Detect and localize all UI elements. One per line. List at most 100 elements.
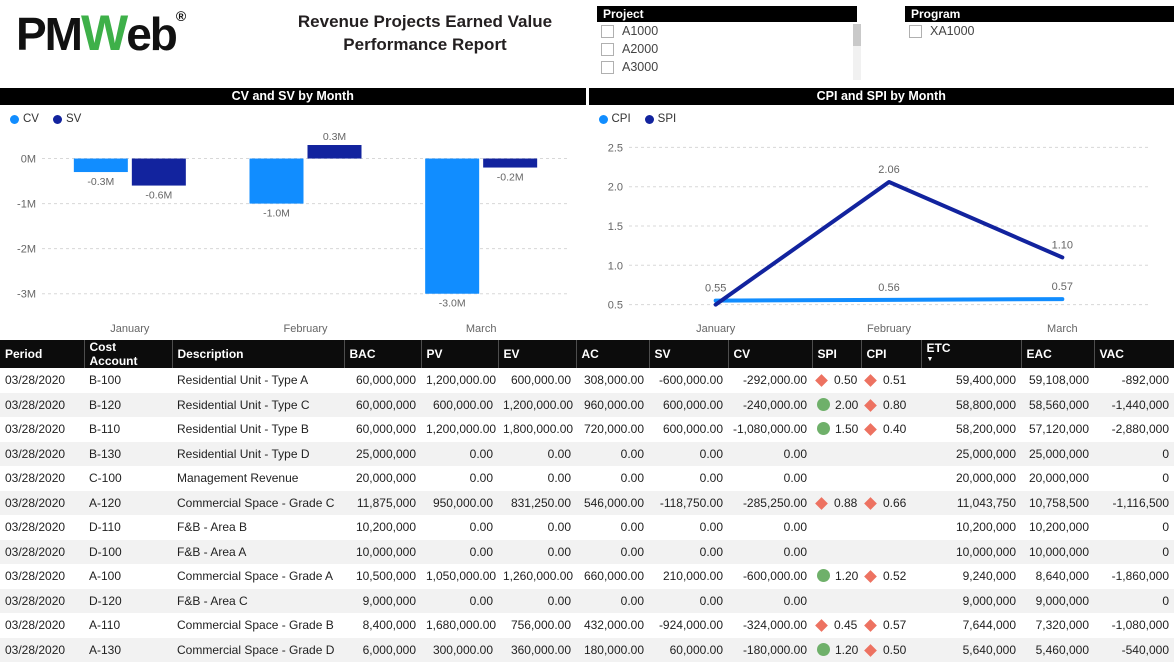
sv-cell: 600,000.00 <box>649 393 728 418</box>
column-header-period[interactable]: Period <box>0 340 84 368</box>
legend-dot-icon <box>599 115 608 124</box>
sort-descending-icon: ▼ <box>927 354 1016 365</box>
column-header-sv[interactable]: SV <box>649 340 728 368</box>
table-row[interactable]: 03/28/2020A-100Commercial Space - Grade … <box>0 564 1174 589</box>
line-cpi[interactable] <box>715 299 1062 301</box>
project-filter-option[interactable]: A2000 <box>597 40 857 58</box>
table-row[interactable]: 03/28/2020D-100F&B - Area A10,000,0000.0… <box>0 540 1174 565</box>
cpi-kpi-cell <box>861 442 921 467</box>
bar-sv-january[interactable] <box>132 159 186 186</box>
y-tick-label: 0.5 <box>607 300 622 312</box>
spi-kpi-cell <box>812 442 861 467</box>
description-cell: F&B - Area C <box>172 589 344 614</box>
page-title-line2: Performance Report <box>250 33 600 56</box>
cv-cell: -600,000.00 <box>728 564 812 589</box>
bar-value-label: -0.2M <box>497 172 524 184</box>
bar-sv-march[interactable] <box>483 159 537 168</box>
cost_account-cell: B-130 <box>84 442 172 467</box>
sv-cell: 60,000.00 <box>649 638 728 662</box>
table-row[interactable]: 03/28/2020B-120Residential Unit - Type C… <box>0 393 1174 418</box>
column-header-vac[interactable]: VAC <box>1094 340 1174 368</box>
y-tick-label: 1.0 <box>607 260 622 272</box>
description-cell: Residential Unit - Type A <box>172 368 344 393</box>
column-header-etc[interactable]: ETC▼ <box>921 340 1021 368</box>
description-cell: Commercial Space - Grade A <box>172 564 344 589</box>
project-list-scrollbar[interactable] <box>853 24 861 80</box>
sv-cell: 0.00 <box>649 515 728 540</box>
spi-kpi-cell <box>812 589 861 614</box>
table-row[interactable]: 03/28/2020D-120F&B - Area C9,000,0000.00… <box>0 589 1174 614</box>
table-row[interactable]: 03/28/2020B-130Residential Unit - Type D… <box>0 442 1174 467</box>
column-header-bac[interactable]: BAC <box>344 340 421 368</box>
etc-cell: 9,000,000 <box>921 589 1021 614</box>
checkbox-icon[interactable] <box>601 43 614 56</box>
cv-cell: 0.00 <box>728 589 812 614</box>
table-row[interactable]: 03/28/2020B-110Residential Unit - Type B… <box>0 417 1174 442</box>
spi-value: 1.50 <box>835 422 858 436</box>
sv-cell: -600,000.00 <box>649 368 728 393</box>
program-filter-header[interactable]: Program <box>905 6 1174 22</box>
ev-cell: 0.00 <box>498 540 576 565</box>
column-header-cost_account[interactable]: Cost Account <box>84 340 172 368</box>
eac-cell: 25,000,000 <box>1021 442 1094 467</box>
cpi-spi-chart-panel: CPI and SPI by Month CPISPI 0.51.01.52.0… <box>589 88 1174 340</box>
vac-cell: -2,880,000 <box>1094 417 1174 442</box>
vac-cell: -1,080,000 <box>1094 613 1174 638</box>
checkbox-icon[interactable] <box>601 61 614 74</box>
cv-cell: 0.00 <box>728 442 812 467</box>
column-header-eac[interactable]: EAC <box>1021 340 1094 368</box>
cpi-kpi-cell: 0.51 <box>861 368 921 393</box>
bac-cell: 9,000,000 <box>344 589 421 614</box>
legend-item-cv[interactable]: CV <box>10 113 39 125</box>
checkbox-icon[interactable] <box>601 25 614 38</box>
table-row[interactable]: 03/28/2020C-100Management Revenue20,000,… <box>0 466 1174 491</box>
pv-cell: 600,000.00 <box>421 393 498 418</box>
bar-cv-march[interactable] <box>425 159 479 294</box>
cv-sv-chart-panel: CV and SV by Month CVSV 0M-1M-2M-3M-0.3M… <box>0 88 586 340</box>
cost_account-cell: A-100 <box>84 564 172 589</box>
spi-value: 0.45 <box>834 618 857 632</box>
project-filter-option[interactable]: A3000 <box>597 58 857 76</box>
table-row[interactable]: 03/28/2020A-130Commercial Space - Grade … <box>0 638 1174 662</box>
x-category-label: February <box>866 323 911 335</box>
legend-item-spi[interactable]: SPI <box>645 113 677 125</box>
column-header-spi[interactable]: SPI <box>812 340 861 368</box>
column-header-cpi[interactable]: CPI <box>861 340 921 368</box>
table-row[interactable]: 03/28/2020A-120Commercial Space - Grade … <box>0 491 1174 516</box>
project-filter-option[interactable]: A1000 <box>597 22 857 40</box>
kpi-bad-diamond-icon <box>864 619 877 632</box>
column-header-ev[interactable]: EV <box>498 340 576 368</box>
bar-cv-january[interactable] <box>74 159 128 173</box>
table-row[interactable]: 03/28/2020B-100Residential Unit - Type A… <box>0 368 1174 393</box>
period-cell: 03/28/2020 <box>0 442 84 467</box>
bar-cv-february[interactable] <box>250 159 304 204</box>
bar-sv-february[interactable] <box>308 145 362 159</box>
cpi-value: 0.52 <box>883 569 906 583</box>
project-filter-header[interactable]: Project <box>597 6 857 22</box>
column-header-pv[interactable]: PV <box>421 340 498 368</box>
column-header-ac[interactable]: AC <box>576 340 649 368</box>
ac-cell: 0.00 <box>576 466 649 491</box>
vac-cell: 0 <box>1094 442 1174 467</box>
pv-cell: 1,200,000.00 <box>421 417 498 442</box>
table-row[interactable]: 03/28/2020D-110F&B - Area B10,200,0000.0… <box>0 515 1174 540</box>
scrollbar-thumb[interactable] <box>853 24 861 46</box>
cost_account-cell: B-120 <box>84 393 172 418</box>
vac-cell: 0 <box>1094 466 1174 491</box>
cpi-kpi-cell: 0.50 <box>861 638 921 662</box>
spi-value: 2.00 <box>835 398 858 412</box>
eac-cell: 59,108,000 <box>1021 368 1094 393</box>
column-header-cv[interactable]: CV <box>728 340 812 368</box>
column-header-description[interactable]: Description <box>172 340 344 368</box>
y-tick-label: -1M <box>17 199 36 211</box>
legend-item-sv[interactable]: SV <box>53 113 81 125</box>
etc-cell: 7,644,000 <box>921 613 1021 638</box>
eac-cell: 5,460,000 <box>1021 638 1094 662</box>
program-filter-option[interactable]: XA1000 <box>905 22 1174 40</box>
cpi-kpi-cell: 0.57 <box>861 613 921 638</box>
eac-cell: 10,200,000 <box>1021 515 1094 540</box>
table-row[interactable]: 03/28/2020A-110Commercial Space - Grade … <box>0 613 1174 638</box>
checkbox-icon[interactable] <box>909 25 922 38</box>
column-header-label: ETC <box>927 343 1016 354</box>
legend-item-cpi[interactable]: CPI <box>599 113 631 125</box>
